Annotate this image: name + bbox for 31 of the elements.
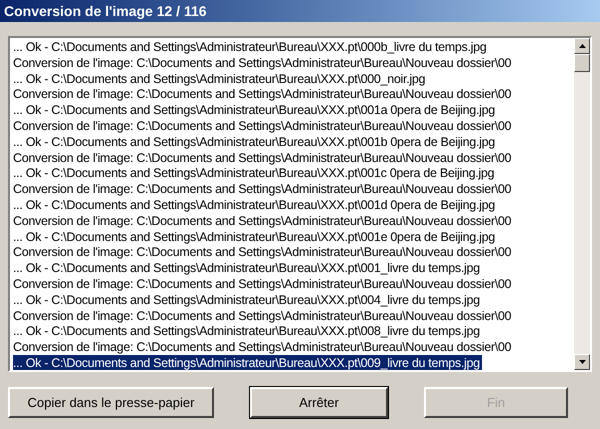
dialog-button[interactable]: Copier dans le presse-papier: [8, 387, 214, 418]
log-row[interactable]: ... Ok - C:\Documents and Settings\Administrateur\Bureau\XXX.pt\009_livre du temps.jpg: [13, 354, 482, 370]
scroll-up-button[interactable]: [574, 38, 590, 54]
log-row[interactable]: ... Ok - C:\Documents and Settings\Administrateur\Bureau\XXX.pt\008_livre du temps.jpg: [13, 323, 482, 340]
scroll-down-button[interactable]: [574, 354, 590, 370]
log-row[interactable]: ... Ok - C:\Documents and Settings\Administrateur\Bureau\XXX.pt\000b_livre du temps.jpg: [13, 39, 488, 55]
log-row[interactable]: ... Ok - C:\Documents and Settings\Administrateur\Bureau\XXX.pt\000_noir.jpg: [13, 70, 428, 86]
log-row[interactable]: Conversion de l'image: C:\Documents and Settings\Administrateur\Bureau\Nouveau dossier\00: [13, 276, 514, 292]
log-row[interactable]: Conversion de l'image: C:\Documents and Settings\Administrateur\Bureau\Nouveau dossier\00: [13, 54, 514, 71]
log-row[interactable]: Conversion de l'image: C:\Documents and Settings\Administrateur\Bureau\Nouveau dossier\00: [13, 339, 514, 355]
log-row[interactable]: Conversion de l'image: C:\Documents and Settings\Administrateur\Bureau\Nouveau dossier\00: [13, 86, 514, 102]
scrollbar[interactable]: [574, 38, 590, 370]
log-row[interactable]: ... Ok - C:\Documents and Settings\Administrateur\Bureau\XXX.pt\001d 0pera de Beijing.jpg: [13, 196, 497, 213]
down-arrow-icon: [578, 360, 586, 364]
log-row[interactable]: Conversion de l'image: C:\Documents and Settings\Administrateur\Bureau\Nouveau dossier\00: [13, 118, 514, 134]
log-list[interactable]: [8, 36, 592, 372]
up-arrow-icon: [578, 44, 586, 48]
log-row[interactable]: ... Ok - C:\Documents and Settings\Administrateur\Bureau\XXX.pt\001_livre du temps.jpg: [13, 260, 482, 276]
log-row[interactable]: ... Ok - C:\Documents and Settings\Administrateur\Bureau\XXX.pt\004_livre du temps.jpg: [13, 292, 482, 308]
log-row[interactable]: ... Ok - C:\Documents and Settings\Administrateur\Bureau\XXX.pt\001e 0pera de Beijing.jpg: [13, 228, 497, 244]
window-title: Conversion de l'image 12 / 116: [4, 2, 207, 21]
dialog-button[interactable]: Arrêter: [250, 387, 388, 418]
log-row[interactable]: ... Ok - C:\Documents and Settings\Administrateur\Bureau\XXX.pt\001c 0pera de Beijing.jpg: [13, 165, 496, 182]
log-row[interactable]: Conversion de l'image: C:\Documents and Settings\Administrateur\Bureau\Nouveau dossier\00: [13, 150, 514, 166]
log-row[interactable]: Conversion de l'image: C:\Documents and Settings\Administrateur\Bureau\Nouveau dossier\00: [13, 181, 514, 197]
log-row[interactable]: Conversion de l'image: C:\Documents and Settings\Administrateur\Bureau\Nouveau dossier\00: [13, 212, 514, 229]
log-row[interactable]: ... Ok - C:\Documents and Settings\Administrateur\Bureau\XXX.pt\001a 0pera de Beijing.jpg: [13, 102, 497, 118]
log-row[interactable]: ... Ok - C:\Documents and Settings\Administrateur\Bureau\XXX.pt\001b 0pera de Beijing.jpg: [13, 134, 497, 150]
scroll-thumb[interactable]: [574, 54, 590, 72]
log-row[interactable]: Conversion de l'image: C:\Documents and Settings\Administrateur\Bureau\Nouveau dossier\00: [13, 308, 514, 324]
log-row[interactable]: Conversion de l'image: C:\Documents and Settings\Administrateur\Bureau\Nouveau dossier\00: [13, 244, 514, 260]
